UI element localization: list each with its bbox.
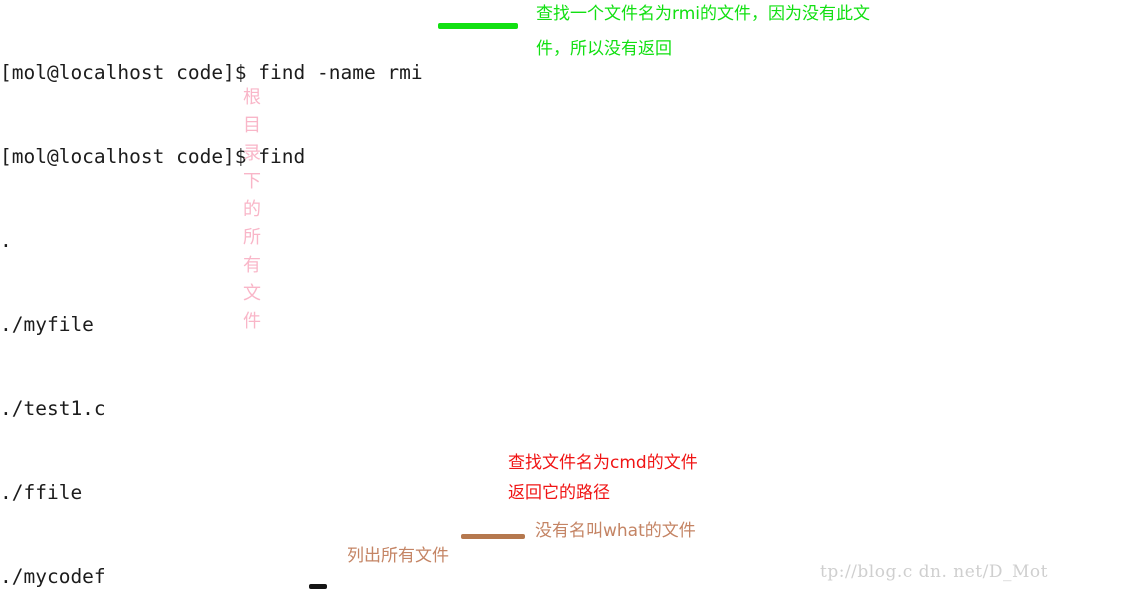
terminal-screenshot: tp://blog.c dn. net/D_Mot [mol@localhost… — [0, 0, 1144, 596]
green-underline-rmi — [438, 23, 518, 29]
terminal-line: ./myfile — [0, 313, 94, 336]
pink-char: 录 — [243, 143, 261, 164]
pink-char: 文 — [243, 283, 261, 304]
brown-underline-what — [461, 534, 525, 539]
annotation-red-find-cmd: 查找文件名为cmd的文件 — [508, 453, 698, 473]
pink-char: 有 — [243, 255, 261, 276]
annotation-brown-no-what-file: 没有名叫what的文件 — [535, 521, 696, 541]
terminal-line: ./mycodef — [0, 565, 106, 588]
pink-char: 件 — [243, 311, 261, 332]
annotation-green-rmi-line1: 查找一个文件名为rmi的文件，因为没有此文 — [536, 4, 870, 24]
pink-char: 所 — [243, 227, 261, 248]
terminal-line: [mol@localhost code]$ find — [0, 145, 306, 168]
pink-char: 目 — [243, 115, 261, 136]
terminal-line: ./test1.c — [0, 397, 106, 420]
terminal-line: . — [0, 229, 12, 252]
terminal-output: [mol@localhost code]$ find -name rmi [mo… — [0, 3, 1144, 596]
pink-char: 的 — [243, 199, 261, 220]
cursor-underline-block — [309, 584, 327, 589]
terminal-line: [mol@localhost code]$ find -name rmi — [0, 61, 423, 84]
annotation-red-return-path: 返回它的路径 — [508, 483, 610, 503]
annotation-green-rmi-line2: 件，所以没有返回 — [536, 39, 672, 59]
annotation-pink-vertical: 根 目 录 下 的 所 有 文 件 — [243, 84, 261, 336]
pink-char: 下 — [243, 171, 261, 192]
annotation-brown-list-all-files: 列出所有文件 — [347, 546, 449, 566]
pink-char: 根 — [243, 87, 261, 108]
